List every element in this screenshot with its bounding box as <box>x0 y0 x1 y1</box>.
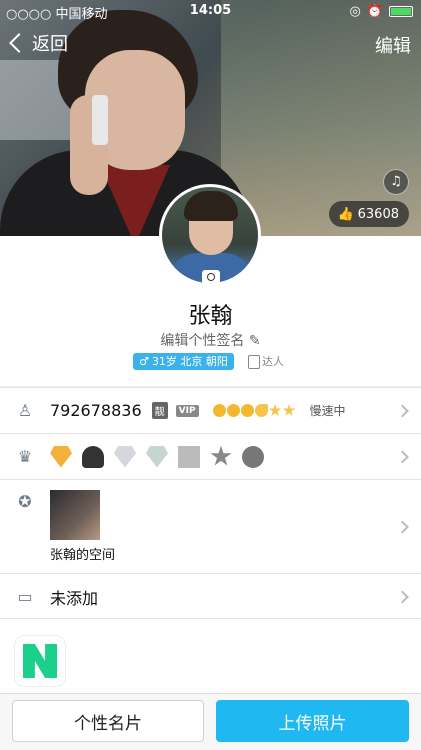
pretty-number-badge: 靓 <box>151 402 168 419</box>
gold-diamond-icon <box>50 445 72 468</box>
phone-badge-icon <box>247 354 260 369</box>
qzone-content: 张翰的空间 <box>50 490 115 563</box>
gray-square-icon <box>178 445 200 468</box>
id-card-icon: ▭ <box>17 587 33 606</box>
expert-badge[interactable]: 达人 <box>244 353 288 370</box>
card-value: 未添加 <box>50 588 99 608</box>
qq-row[interactable]: ♙ 792678836 靓 VIP 慢速中 <box>0 387 421 433</box>
qq-number: 792678836 <box>50 401 142 420</box>
penguin-badge-icon <box>82 445 104 468</box>
qzone-label: 张翰的空间 <box>50 548 116 563</box>
edit-button[interactable]: 编辑 <box>375 32 411 58</box>
back-button[interactable]: 返回 <box>8 30 68 56</box>
nav-bar: 返回 编辑 <box>0 28 421 62</box>
sun-icon <box>212 404 226 417</box>
gender-icon: ♂ <box>139 355 149 368</box>
likes-count: 63608 <box>357 206 399 222</box>
level-icons <box>212 404 296 417</box>
status-right: ◎ ⏰ <box>349 4 413 19</box>
silver-diamond-icon <box>114 445 136 468</box>
chevron-right-icon <box>396 450 409 463</box>
profile-name: 张翰 <box>188 304 233 329</box>
info-tag: ♂ 31岁 北京 朝阳 <box>133 353 234 370</box>
star-icon <box>282 404 296 416</box>
chevron-right-icon <box>396 520 409 533</box>
signature-text: 编辑个性签名 <box>160 333 245 349</box>
crown-icon: ♛ <box>17 447 33 466</box>
sun-icon <box>240 404 254 417</box>
camera-icon[interactable] <box>202 270 220 284</box>
lock-rotation-icon: ◎ <box>349 4 361 19</box>
avatar-hair <box>184 191 238 221</box>
chevron-right-icon <box>396 590 409 603</box>
sun-icon <box>226 404 240 417</box>
battery-icon <box>389 6 413 17</box>
app-icon[interactable] <box>14 635 66 687</box>
cover-phone <box>92 95 108 145</box>
signature-field[interactable]: 编辑个性签名 ✎ <box>0 330 421 350</box>
gray-star-icon <box>210 445 232 466</box>
alarm-icon: ⏰ <box>366 4 383 19</box>
status-bar: ○○○○ 中国移动 14:05 ◎ ⏰ <box>0 0 421 22</box>
gray-circle-icon <box>242 445 264 468</box>
privileges-row[interactable]: ♛ <box>0 433 421 479</box>
pencil-icon: ✎ <box>248 333 261 349</box>
upload-photo-button[interactable]: 上传照片 <box>216 700 409 742</box>
privilege-icons <box>50 445 264 468</box>
speed-status: 慢速中 <box>309 404 346 418</box>
profile-card-button[interactable]: 个性名片 <box>12 700 204 742</box>
info-tag-text: 31岁 北京 朝阳 <box>151 355 228 368</box>
expert-badge-label: 达人 <box>261 355 284 368</box>
back-label: 返回 <box>32 34 68 55</box>
profile-tags: ♂ 31岁 北京 朝阳 达人 <box>0 353 421 370</box>
likes-button[interactable]: 👍 63608 <box>329 201 409 227</box>
penguin-icon: ♙ <box>17 401 33 420</box>
moon-icon <box>254 404 268 417</box>
music-note-icon[interactable]: ♫ <box>383 169 409 195</box>
chevron-left-icon <box>9 33 29 53</box>
chevron-right-icon <box>396 404 409 417</box>
profile-rows: ♙ 792678836 靓 VIP 慢速中 ♛ ✪ 张翰的空间 ▭ 未添加 <box>0 387 421 619</box>
thumbs-up-icon: 👍 <box>337 206 354 222</box>
qzone-row[interactable]: ✪ 张翰的空间 <box>0 479 421 573</box>
star-icon <box>268 404 282 416</box>
star-z-icon: ✪ <box>18 491 32 511</box>
bottom-bar: 个性名片 上传照片 <box>0 693 421 750</box>
card-row[interactable]: ▭ 未添加 <box>0 573 421 619</box>
qzone-thumbnail <box>50 490 100 540</box>
vip-badge: VIP <box>175 404 199 417</box>
green-diamond-icon <box>146 445 168 468</box>
apps-section <box>0 618 421 693</box>
